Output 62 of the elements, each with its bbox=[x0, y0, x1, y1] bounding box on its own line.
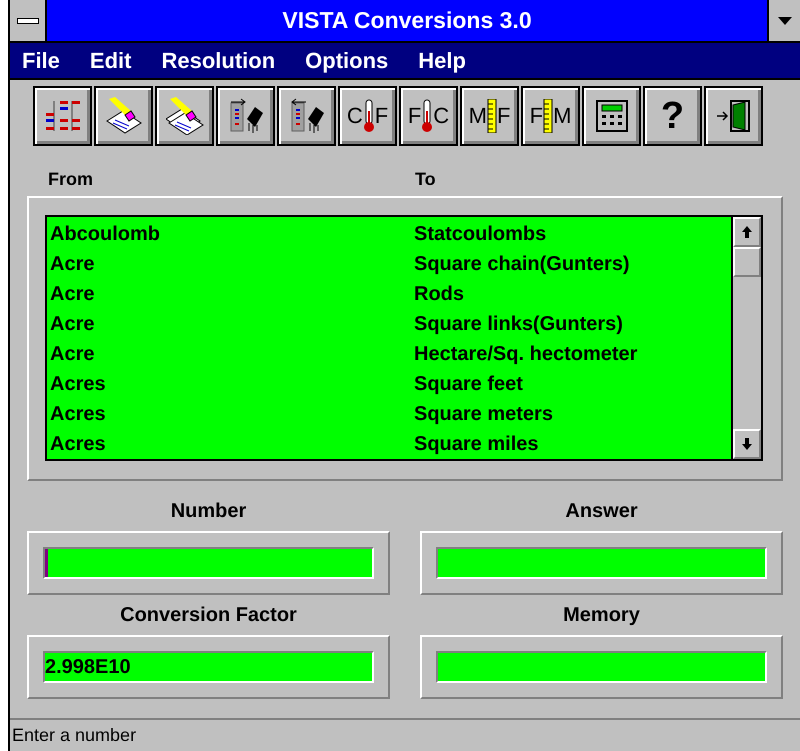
toolbar-button[interactable] bbox=[33, 86, 92, 146]
list-cell[interactable]: Square feet bbox=[414, 369, 523, 399]
list-cell[interactable]: Rods bbox=[414, 279, 464, 309]
field-label: Memory bbox=[562, 603, 641, 628]
toolbar-button[interactable] bbox=[155, 86, 214, 146]
toolbar-button[interactable] bbox=[704, 86, 763, 146]
status-text: Enter a number bbox=[12, 724, 136, 747]
toolbar-button[interactable] bbox=[582, 86, 641, 146]
list-cell[interactable]: Square miles bbox=[414, 429, 539, 459]
list-cell[interactable]: Square meters bbox=[414, 399, 553, 429]
eraser-on-pages-icon bbox=[166, 97, 204, 135]
input-field[interactable] bbox=[43, 547, 374, 579]
menu-item[interactable]: Resolution bbox=[161, 44, 276, 77]
down-arrow-icon bbox=[742, 438, 752, 450]
list-cell[interactable]: Acre bbox=[47, 279, 414, 309]
scroll-thumb[interactable] bbox=[733, 247, 761, 277]
calculator-icon bbox=[594, 98, 630, 134]
toolbar-button[interactable]: C F bbox=[338, 86, 397, 146]
list-cell[interactable]: Abcoulomb bbox=[47, 219, 414, 249]
minimize-button[interactable] bbox=[767, 0, 800, 41]
thermometer-icon bbox=[421, 99, 434, 133]
menu-item[interactable]: Help bbox=[418, 44, 466, 77]
list-cell[interactable]: Acre bbox=[47, 249, 414, 279]
scroll-down-button[interactable] bbox=[733, 429, 761, 459]
list-cell[interactable]: Statcoulombs bbox=[414, 219, 546, 249]
toolbar-button[interactable]: F C bbox=[399, 86, 458, 146]
list-cell[interactable]: Acres bbox=[47, 399, 414, 429]
input-field[interactable] bbox=[436, 651, 767, 683]
toolbar-button[interactable] bbox=[277, 86, 336, 146]
menu-item[interactable]: File bbox=[22, 44, 60, 77]
list-cell[interactable]: Square links(Gunters) bbox=[414, 309, 623, 339]
list-cell[interactable]: Hectare/Sq. hectometer bbox=[414, 339, 638, 369]
thermometer-icon bbox=[362, 99, 375, 133]
list-cell[interactable]: Square chain(Gunters) bbox=[414, 249, 630, 279]
scrollbar[interactable] bbox=[731, 217, 761, 459]
window-title: VISTA Conversions 3.0 bbox=[281, 6, 533, 36]
input-field[interactable] bbox=[436, 547, 767, 579]
toolbar-button[interactable] bbox=[94, 86, 153, 146]
field-label: Answer bbox=[564, 499, 639, 524]
down-arrow-icon bbox=[778, 16, 792, 24]
list-cell[interactable]: Acre bbox=[47, 339, 414, 369]
toolbar-button[interactable] bbox=[216, 86, 275, 146]
toolbar-button[interactable]: F M bbox=[521, 86, 580, 146]
input-field[interactable]: 2.998E10 bbox=[43, 651, 374, 683]
list-cell[interactable]: Acre bbox=[47, 309, 414, 339]
help-button[interactable]: ? bbox=[643, 86, 702, 146]
menu-item[interactable]: Edit bbox=[90, 44, 132, 77]
list-cell[interactable]: Acres bbox=[47, 369, 414, 399]
ruler-icon bbox=[543, 99, 554, 133]
eraser-on-paper-icon bbox=[104, 97, 142, 135]
system-menu-button[interactable] bbox=[10, 0, 47, 41]
column-header: From bbox=[48, 168, 94, 190]
ruler-icon bbox=[486, 99, 497, 133]
list-cell[interactable]: Acres bbox=[47, 429, 414, 459]
exit-door-icon bbox=[714, 97, 752, 135]
column-header: To bbox=[415, 168, 436, 190]
up-arrow-icon bbox=[742, 226, 752, 238]
menu-item[interactable]: Options bbox=[305, 44, 388, 77]
field-label: Conversion Factor bbox=[119, 603, 298, 628]
field-label: Number bbox=[170, 499, 248, 524]
scroll-up-button[interactable] bbox=[733, 217, 761, 247]
toolbar-button[interactable]: M F bbox=[460, 86, 519, 146]
